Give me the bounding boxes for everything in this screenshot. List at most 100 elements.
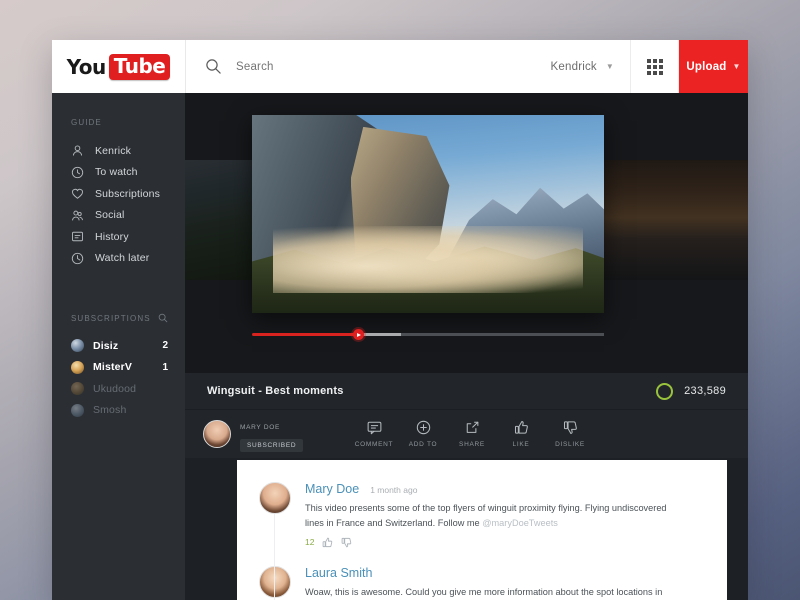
video-frame-cloud xyxy=(273,226,583,293)
heart-icon xyxy=(71,187,84,200)
next-video-thumbnail[interactable] xyxy=(596,160,748,280)
user-name: Kendrick xyxy=(551,61,597,73)
share-button[interactable]: SHARE xyxy=(448,420,496,448)
video-player[interactable] xyxy=(252,115,604,313)
subscription-name: MisterV xyxy=(93,361,153,373)
action-label: SHARE xyxy=(459,441,485,448)
sidebar-item-watch-later[interactable]: Watch later xyxy=(52,248,185,270)
view-count-group: 233,589 xyxy=(656,383,726,400)
upload-button[interactable]: Upload ▼ xyxy=(679,40,748,93)
grid-icon xyxy=(647,59,663,75)
comment-icon xyxy=(367,420,382,435)
comment-item: Mary Doe 1 month ago This video presents… xyxy=(237,460,727,548)
subscriptions-label: SUBSCRIPTIONS xyxy=(71,314,151,323)
sidebar-item-subscriptions[interactable]: Subscriptions xyxy=(52,183,185,205)
thumb-down-icon[interactable] xyxy=(341,537,352,548)
sidebar: GUIDE Kenrick To watch S xyxy=(52,93,185,600)
plus-circle-icon xyxy=(416,420,431,435)
add-to-button[interactable]: ADD TO xyxy=(399,420,447,448)
avatar xyxy=(203,420,231,448)
thumb-up-icon[interactable] xyxy=(322,537,333,548)
logo-you-text: You xyxy=(67,55,106,79)
video-title-bar: Wingsuit - Best moments 233,589 xyxy=(185,373,748,410)
upload-label: Upload xyxy=(686,61,726,73)
user-menu[interactable]: Kendrick ▼ xyxy=(535,40,630,93)
logo-tube-text: Tube xyxy=(109,54,171,80)
sidebar-item-label: History xyxy=(95,231,129,243)
view-count: 233,589 xyxy=(684,385,726,397)
sidebar-nav: Kenrick To watch Subscriptions xyxy=(52,140,185,269)
sidebar-item-kenrick[interactable]: Kenrick xyxy=(52,140,185,162)
youtube-app-window: You Tube Kendrick ▼ Upload ▼ GUIDE xyxy=(52,40,748,600)
progress-played xyxy=(252,333,358,336)
sidebar-item-history[interactable]: History xyxy=(52,226,185,248)
sidebar-item-social[interactable]: Social xyxy=(52,205,185,227)
comments-panel: Mary Doe 1 month ago This video presents… xyxy=(237,460,727,600)
comment-author[interactable]: Mary Doe xyxy=(305,482,359,496)
thumb-down-icon xyxy=(563,420,578,435)
comment-thread-line xyxy=(274,514,275,600)
sidebar-item-label: Subscriptions xyxy=(95,188,160,200)
sidebar-item-label: Watch later xyxy=(95,252,149,264)
search-icon xyxy=(205,58,222,75)
message-icon xyxy=(71,230,84,243)
comment-actions: 12 xyxy=(305,537,675,548)
action-label: LIKE xyxy=(513,441,530,448)
avatar xyxy=(71,404,84,417)
comment-author[interactable]: Laura Smith xyxy=(305,566,372,580)
subscribed-badge[interactable]: SUBSCRIBED xyxy=(240,439,303,452)
clock-icon xyxy=(71,252,84,265)
sidebar-guide-label: GUIDE xyxy=(52,93,185,127)
subscriptions-list: Disiz 2 MisterV 1 Ukudood Smosh xyxy=(52,335,185,421)
comment-item: Laura Smith Woaw, this is awesome. Could… xyxy=(237,548,727,600)
subscription-count: 2 xyxy=(162,340,168,351)
subscription-name: Ukudood xyxy=(93,383,159,395)
search-input[interactable] xyxy=(234,60,478,74)
apps-grid-button[interactable] xyxy=(630,40,679,93)
chevron-down-icon: ▼ xyxy=(733,62,741,71)
eye-ring-icon xyxy=(656,383,673,400)
progress-buffered xyxy=(359,333,401,336)
progress-remaining xyxy=(401,333,604,336)
avatar xyxy=(71,339,84,352)
share-icon xyxy=(465,420,480,435)
video-progress-bar[interactable] xyxy=(252,329,604,340)
comment-text: Woaw, this is awesome. Could you give me… xyxy=(305,585,675,600)
top-header: You Tube Kendrick ▼ Upload ▼ xyxy=(52,40,748,93)
subscription-name: Disiz xyxy=(93,340,153,352)
clock-arrow-icon xyxy=(71,166,84,179)
comment-button[interactable]: COMMENT xyxy=(350,420,398,448)
subscription-item-disiz[interactable]: Disiz 2 xyxy=(52,335,185,357)
dislike-button[interactable]: DISLIKE xyxy=(546,420,594,448)
thumb-up-icon xyxy=(514,420,529,435)
action-label: COMMENT xyxy=(355,441,393,448)
chevron-down-icon: ▼ xyxy=(606,62,614,71)
comment-mention[interactable]: @maryDoeTweets xyxy=(482,518,558,528)
user-icon xyxy=(71,144,84,157)
avatar xyxy=(71,382,84,395)
sidebar-item-label: Social xyxy=(95,209,125,221)
sidebar-item-label: To watch xyxy=(95,166,138,178)
sidebar-subscriptions-header: SUBSCRIPTIONS xyxy=(52,269,185,323)
search-icon[interactable] xyxy=(158,313,168,323)
video-author[interactable]: MARY DOE SUBSCRIBED xyxy=(203,416,325,452)
search-bar[interactable] xyxy=(186,40,535,93)
avatar xyxy=(71,361,84,374)
subscription-item-smosh[interactable]: Smosh xyxy=(52,400,185,422)
video-title: Wingsuit - Best moments xyxy=(207,385,656,397)
play-icon[interactable] xyxy=(353,329,364,340)
sidebar-item-to-watch[interactable]: To watch xyxy=(52,162,185,184)
sidebar-item-label: Kenrick xyxy=(95,145,131,157)
action-label: ADD TO xyxy=(409,441,438,448)
youtube-logo[interactable]: You Tube xyxy=(52,40,186,93)
like-button[interactable]: LIKE xyxy=(497,420,545,448)
subscription-item-ukudood[interactable]: Ukudood xyxy=(52,378,185,400)
avatar[interactable] xyxy=(259,566,291,598)
comment-text-block: This video presents some of the top flye… xyxy=(305,501,675,531)
video-action-bar: MARY DOE SUBSCRIBED COMMENT xyxy=(185,410,748,458)
people-icon xyxy=(71,209,84,222)
author-name: MARY DOE xyxy=(240,424,280,431)
subscription-item-misterv[interactable]: MisterV 1 xyxy=(52,357,185,379)
avatar[interactable] xyxy=(259,482,291,514)
action-label: DISLIKE xyxy=(555,441,585,448)
